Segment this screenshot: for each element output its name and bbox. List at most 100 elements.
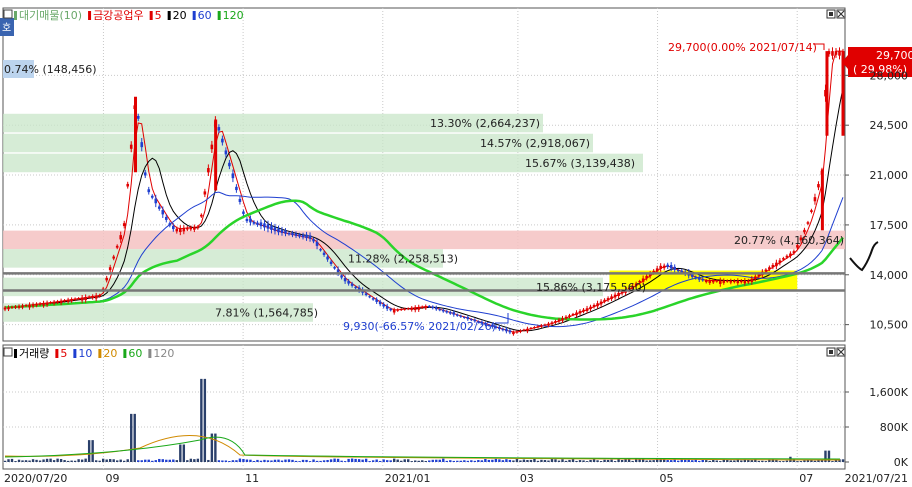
close-icon[interactable] bbox=[836, 347, 846, 357]
v-tick-label: 800K bbox=[880, 421, 909, 434]
volume-bar bbox=[73, 460, 77, 462]
candle-body bbox=[175, 228, 179, 232]
volume-bar bbox=[378, 460, 382, 462]
legend-swatch bbox=[73, 349, 77, 358]
candle-body bbox=[613, 294, 617, 298]
candle-body bbox=[347, 281, 350, 284]
volume-bar bbox=[698, 460, 701, 462]
volume-bar bbox=[273, 459, 277, 462]
volume-bar bbox=[308, 461, 312, 462]
volume-profile-label: 11.28% (2,258,513) bbox=[348, 252, 458, 265]
candle-body bbox=[564, 316, 568, 319]
volume-bar bbox=[519, 460, 522, 462]
volume-bar bbox=[610, 459, 613, 462]
candle-body bbox=[764, 269, 768, 272]
candle-body bbox=[231, 173, 235, 179]
legend-box-icon bbox=[3, 347, 13, 357]
volume-bar bbox=[193, 459, 196, 462]
candle-body bbox=[747, 280, 750, 283]
candle-body bbox=[136, 116, 140, 119]
volume-bar bbox=[407, 459, 410, 462]
candle-body bbox=[599, 301, 603, 305]
candle-body bbox=[340, 275, 343, 278]
volume-bar bbox=[389, 460, 392, 462]
volume-bar bbox=[301, 459, 305, 462]
candle-body bbox=[704, 280, 708, 283]
volume-bar bbox=[750, 460, 754, 462]
candle-body bbox=[775, 262, 778, 267]
candle-body bbox=[84, 297, 87, 301]
candle-body bbox=[603, 299, 606, 302]
volume-bar bbox=[494, 458, 498, 462]
volume-bar bbox=[137, 460, 140, 462]
candle-body bbox=[420, 306, 424, 308]
volume-bar bbox=[63, 460, 66, 462]
low-annotation: 9,930(-66.57% 2021/02/26) bbox=[343, 320, 496, 333]
candle-body bbox=[459, 315, 463, 317]
candle-body bbox=[736, 280, 740, 284]
volume-bar bbox=[42, 459, 45, 462]
candle-body bbox=[441, 309, 445, 312]
candle-body bbox=[592, 304, 596, 307]
candle-body bbox=[28, 304, 31, 308]
volume-bar bbox=[77, 459, 80, 462]
candle-body bbox=[333, 267, 336, 269]
candle-body bbox=[406, 308, 410, 310]
candle-body bbox=[364, 293, 368, 296]
candle-body bbox=[585, 308, 589, 312]
volume-bar bbox=[224, 460, 228, 462]
candle-body bbox=[263, 223, 266, 228]
volume-bar bbox=[392, 458, 396, 462]
candle-body bbox=[768, 267, 771, 270]
candle-body bbox=[94, 295, 98, 299]
volume-bar bbox=[554, 459, 557, 462]
volume-bar bbox=[249, 459, 252, 462]
x-tick-label: 05 bbox=[660, 472, 674, 484]
candle-body bbox=[235, 186, 238, 191]
volume-bar bbox=[740, 460, 743, 462]
candle-body bbox=[561, 318, 564, 321]
volume-bar bbox=[329, 459, 333, 462]
volume-bar bbox=[715, 460, 718, 462]
volume-bar bbox=[70, 460, 73, 462]
volume-bar bbox=[596, 460, 599, 462]
candle-body bbox=[238, 198, 242, 202]
volume-bar bbox=[45, 458, 49, 462]
candle-body bbox=[3, 307, 7, 310]
candle-body bbox=[91, 295, 94, 298]
candle-body bbox=[200, 214, 203, 217]
candle-body bbox=[305, 234, 308, 239]
candle-body bbox=[557, 319, 561, 322]
candle-body bbox=[817, 184, 820, 188]
candle-body bbox=[413, 307, 417, 311]
candle-body bbox=[280, 229, 284, 233]
volume-bar bbox=[571, 459, 575, 462]
volume-bar bbox=[357, 459, 361, 462]
y-tick-label: 17,500 bbox=[870, 219, 909, 232]
legend-label: 대기매물(10) bbox=[19, 9, 82, 22]
close-icon[interactable] bbox=[836, 9, 846, 19]
candle-body bbox=[87, 296, 91, 298]
candle-body bbox=[789, 253, 792, 257]
legend-label: 60 bbox=[128, 347, 142, 360]
candle-body bbox=[529, 327, 533, 329]
volume-bar bbox=[228, 460, 231, 462]
volume-bar bbox=[536, 460, 540, 462]
volume-bar bbox=[242, 458, 245, 462]
volume-bar bbox=[259, 460, 263, 462]
candle-body bbox=[172, 225, 175, 230]
candle-body bbox=[543, 324, 547, 326]
volume-bar bbox=[599, 461, 603, 462]
volume-bar bbox=[385, 460, 389, 462]
candle-body bbox=[147, 189, 151, 193]
volume-bar bbox=[491, 459, 494, 462]
candle-body bbox=[452, 312, 456, 315]
volume-bar bbox=[368, 461, 371, 462]
candle-body bbox=[666, 264, 669, 268]
volume-bar bbox=[84, 458, 87, 462]
candle-body bbox=[249, 218, 252, 223]
volume-bar bbox=[336, 458, 340, 462]
volume-bar bbox=[189, 458, 193, 462]
candle-body bbox=[392, 309, 396, 313]
volume-bar bbox=[3, 460, 7, 462]
